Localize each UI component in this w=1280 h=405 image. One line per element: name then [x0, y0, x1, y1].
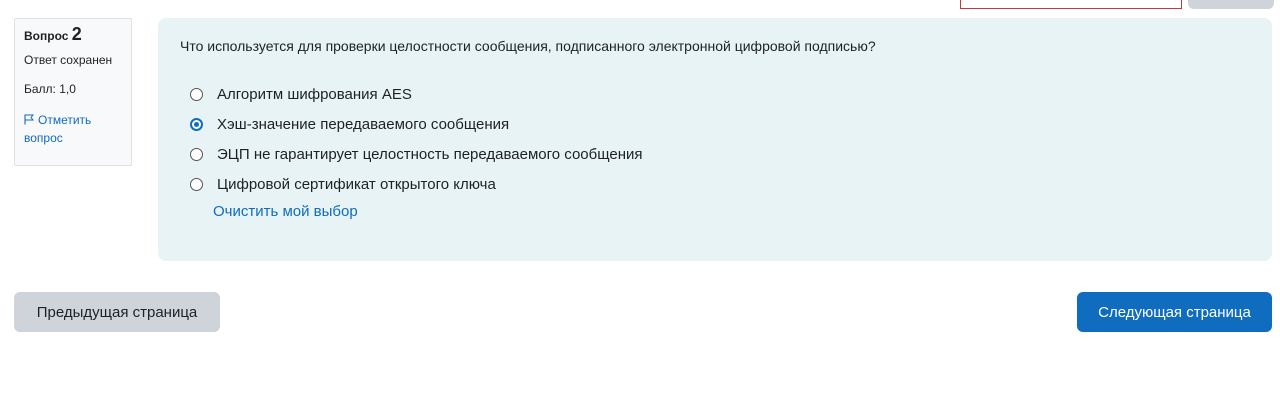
next-page-button[interactable]: Следующая страница — [1077, 292, 1272, 332]
answer-option[interactable]: Алгоритм шифрования AES — [190, 79, 1272, 109]
radio-button[interactable] — [190, 177, 203, 191]
question-formulation: Что используется для проверки целостност… — [158, 18, 1272, 261]
top-button[interactable] — [1188, 0, 1274, 9]
question-info-panel: Вопрос 2 Ответ сохранен Балл: 1,0 Отмети… — [14, 18, 132, 166]
previous-page-button[interactable]: Предыдущая страница — [14, 292, 220, 332]
radio-button[interactable] — [190, 147, 203, 161]
question-number: Вопрос 2 — [24, 24, 131, 44]
answer-option[interactable]: Хэш-значение передаваемого сообщения — [190, 109, 1272, 139]
answer-option[interactable]: ЭЦП не гарантирует целостность передавае… — [190, 139, 1272, 169]
clear-choice-link[interactable]: Очистить мой выбор — [213, 203, 358, 220]
answer-label: ЭЦП не гарантирует целостность передавае… — [217, 145, 643, 163]
answer-label: Алгоритм шифрования AES — [217, 85, 412, 103]
radio-button[interactable] — [190, 87, 203, 101]
flag-label-line1: Отметить — [38, 113, 92, 127]
radio-button-selected[interactable] — [190, 117, 203, 131]
answer-list: Алгоритм шифрования AES Хэш-значение пер… — [180, 79, 1272, 199]
top-input-field[interactable] — [960, 0, 1182, 9]
flag-label-line2: вопрос — [24, 131, 63, 145]
flag-question-link[interactable]: Отметить вопрос — [24, 111, 131, 147]
answer-option[interactable]: Цифровой сертификат открытого ключа — [190, 169, 1272, 199]
flag-icon — [24, 114, 35, 125]
question-label: Вопрос — [24, 29, 69, 43]
question-state: Ответ сохранен — [24, 53, 113, 67]
question-number-value: 2 — [71, 24, 82, 44]
question-grade: Балл: 1,0 — [24, 82, 76, 96]
answer-label: Цифровой сертификат открытого ключа — [217, 175, 496, 193]
question-text: Что используется для проверки целостност… — [180, 38, 876, 54]
answer-label: Хэш-значение передаваемого сообщения — [217, 115, 510, 133]
